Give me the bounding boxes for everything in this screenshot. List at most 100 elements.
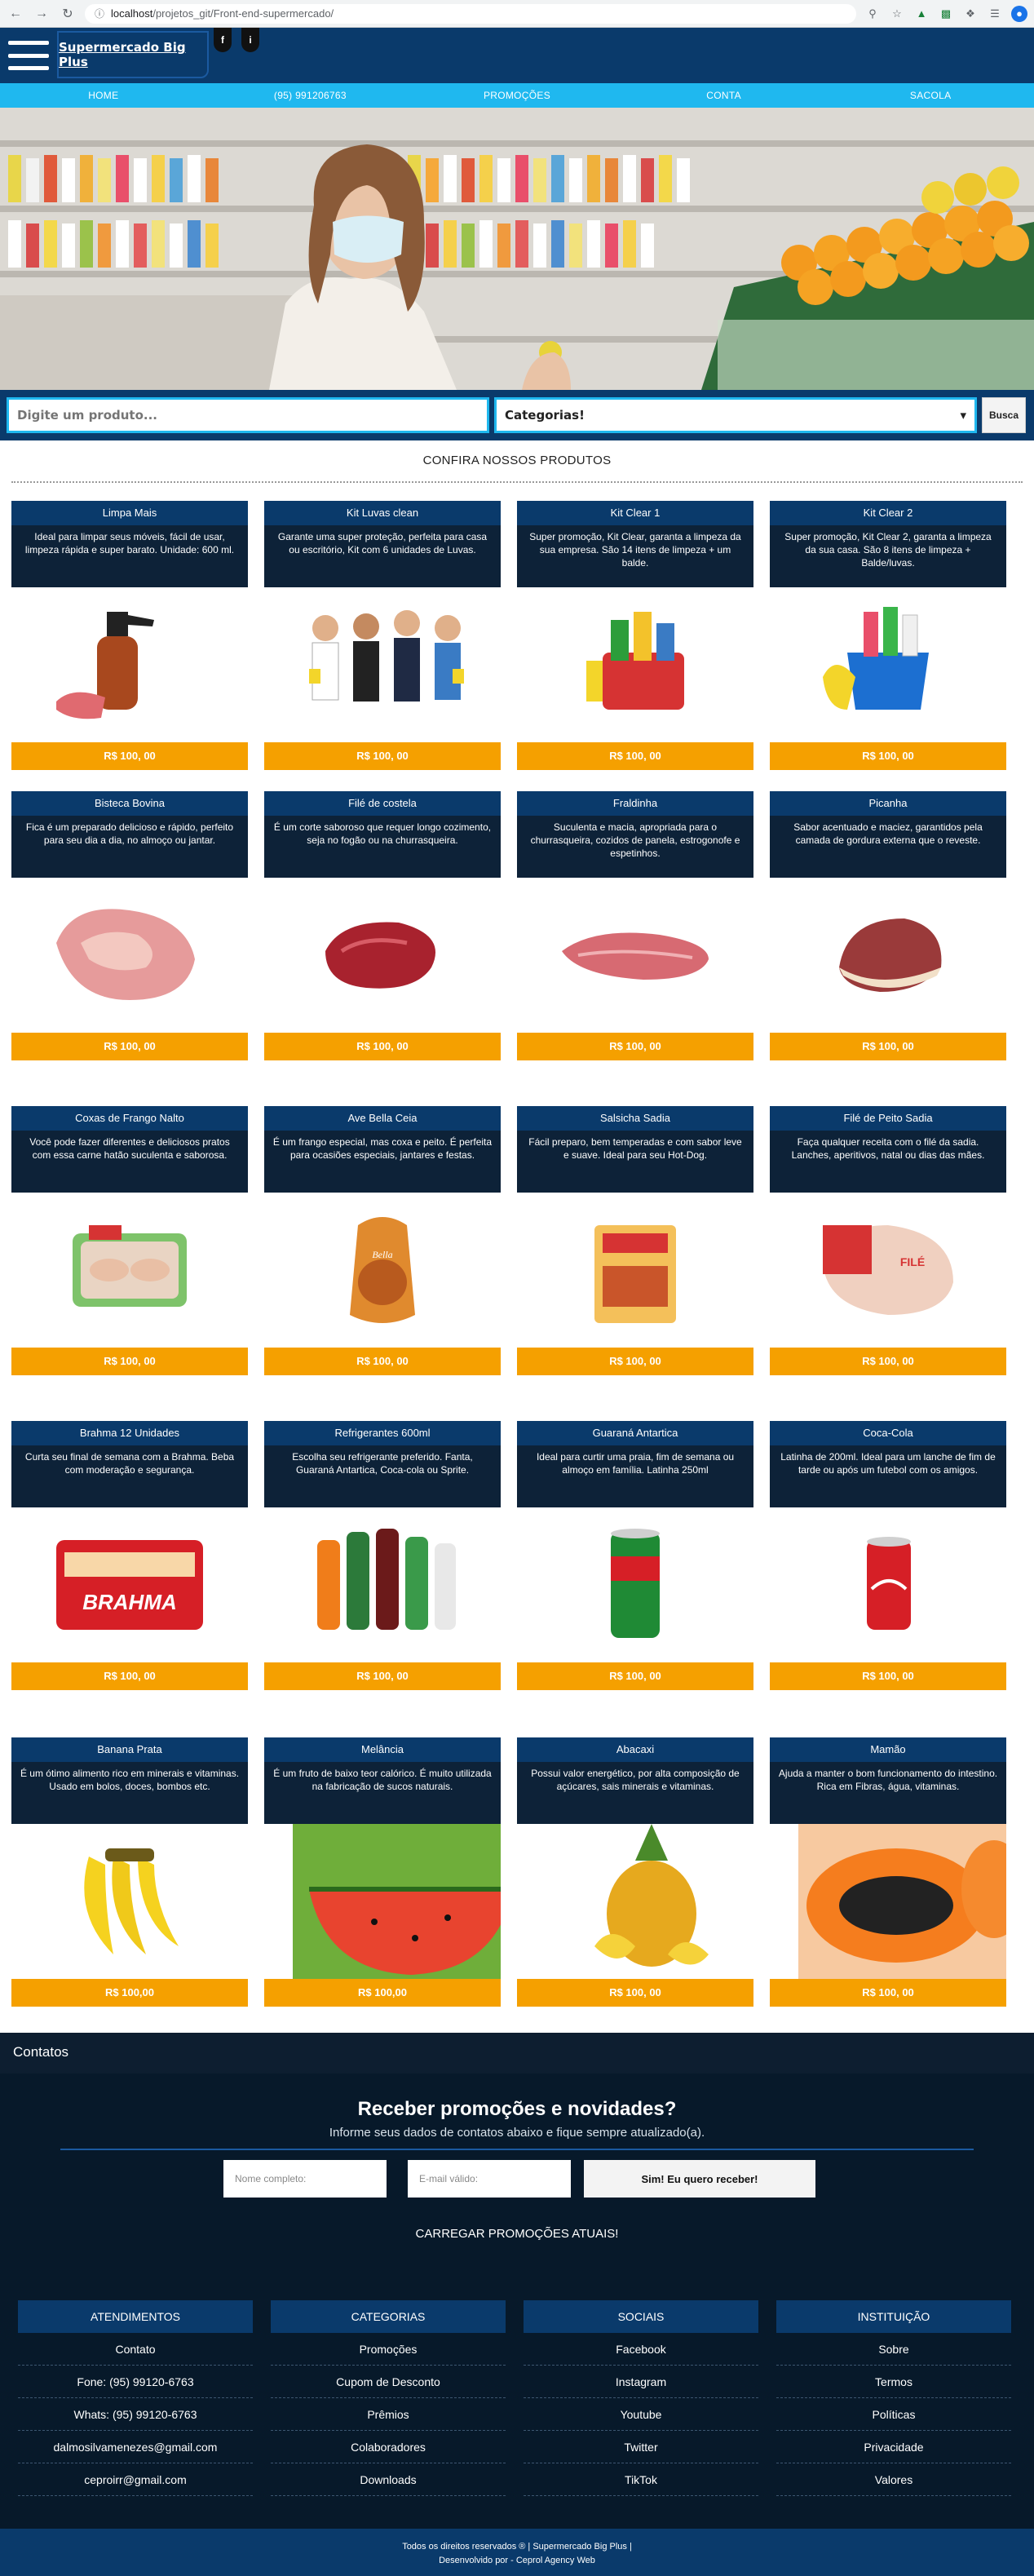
product-card[interactable]: Filé de costela É um corte saboroso que r… [264,791,501,1060]
product-card[interactable]: Coxas de Frango Nalto Você pode fazer dif… [11,1106,248,1375]
product-description: Ajuda a manter o bom funcionamento do in… [770,1762,1006,1824]
footer-link[interactable]: Contato [18,2333,253,2366]
footer-link[interactable]: Facebook [524,2333,758,2366]
product-description: Curta seu final de semana com a Brahma. … [11,1445,248,1507]
zoom-icon[interactable]: ⚲ [864,6,881,22]
hero-banner-image [0,108,1034,390]
footer-link[interactable]: TikTok [524,2463,758,2496]
product-price-button[interactable]: R$ 100, 00 [517,1033,753,1060]
product-card[interactable]: Melância É um fruto de baixo teor calóric… [264,1737,501,2007]
footer-link[interactable]: Valores [776,2463,1011,2496]
footer-link[interactable]: Youtube [524,2398,758,2431]
extension-icon-2[interactable]: ▩ [938,6,954,22]
footer-link[interactable]: Whats: (95) 99120-6763 [18,2398,253,2431]
category-select[interactable]: Categorias! ▾ [494,397,977,433]
product-description: Escolha seu refrigerante preferido. Fant… [264,1445,501,1507]
nav-phone[interactable]: (95) 991206763 [207,83,414,108]
footer-link[interactable]: Políticas [776,2398,1011,2431]
nav-conta[interactable]: CONTA [621,83,828,108]
product-name: Coca-Cola [770,1421,1006,1445]
footer-link[interactable]: Instagram [524,2366,758,2398]
footer-column-heading: CATEGORIAS [271,2300,506,2333]
load-promotions-link[interactable]: CARREGAR PROMOÇÕES ATUAIS! [0,2227,1034,2241]
product-card[interactable]: Bisteca Bovina Fica é um preparado delici… [11,791,248,1060]
product-price-button[interactable]: R$ 100, 00 [517,742,753,770]
product-card[interactable]: Guaraná Antartica Ideal para curtir uma p… [517,1421,753,1690]
product-name: Salsicha Sadia [517,1106,753,1131]
hamburger-menu-icon[interactable] [7,36,51,75]
instagram-icon[interactable]: i [241,28,259,52]
footer-link[interactable]: Fone: (95) 99120-6763 [18,2366,253,2398]
product-price-button[interactable]: R$ 100, 00 [11,742,248,770]
footer-link[interactable]: Cupom de Desconto [271,2366,506,2398]
product-price-button[interactable]: R$ 100, 00 [517,1662,753,1690]
product-card[interactable]: Kit Luvas clean Garante uma super proteçã… [264,501,501,770]
product-price-button[interactable]: R$ 100, 00 [11,1348,248,1375]
breast-fillet-image: FILÉ [770,1193,1006,1348]
address-bar[interactable]: ⓘ localhost/projetos_git/Front-end-super… [85,3,856,24]
nav-home[interactable]: HOME [0,83,207,108]
product-card[interactable]: Picanha Sabor acentuado e maciez, garanti… [770,791,1006,1060]
menu-icon[interactable]: ☰ [987,6,1003,22]
product-card[interactable]: Mamão Ajuda a manter o bom funcionamento … [770,1737,1006,2007]
email-field[interactable]: E-mail válido: [408,2160,571,2198]
product-price-button[interactable]: R$ 100,00 [11,1979,248,2007]
product-card[interactable]: Fraldinha Suculenta e macia, apropriada p… [517,791,753,1060]
product-price-button[interactable]: R$ 100, 00 [264,1348,501,1375]
product-card[interactable]: Brahma 12 Unidades Curta seu final de sem… [11,1421,248,1690]
product-price-button[interactable]: R$ 100, 00 [770,1033,1006,1060]
product-card[interactable]: Filé de Peito Sadia Faça qualquer receita… [770,1106,1006,1375]
product-price-button[interactable]: R$ 100, 00 [517,1348,753,1375]
product-price-button[interactable]: R$ 100, 00 [770,1979,1006,2007]
product-name: Mamão [770,1737,1006,1762]
product-price-button[interactable]: R$ 100, 00 [517,1979,753,2007]
profile-icon[interactable]: ● [1011,5,1027,22]
footer-link[interactable]: Privacidade [776,2431,1011,2463]
product-price-button[interactable]: R$ 100, 00 [770,1348,1006,1375]
product-price-button[interactable]: R$ 100, 00 [11,1662,248,1690]
product-price-button[interactable]: R$ 100, 00 [264,1662,501,1690]
forward-icon[interactable]: → [33,5,51,23]
product-card[interactable]: Refrigerantes 600ml Escolha seu refrigera… [264,1421,501,1690]
footer-link[interactable]: Termos [776,2366,1011,2398]
search-button[interactable]: Busca [982,397,1026,433]
subscribe-button[interactable]: Sim! Eu quero receber! [584,2160,815,2198]
product-price-button[interactable]: R$ 100, 00 [770,1662,1006,1690]
facebook-icon[interactable]: f [214,28,232,52]
product-card[interactable]: Banana Prata É um ótimo alimento rico em … [11,1737,248,2007]
footer-link[interactable]: Twitter [524,2431,758,2463]
extension-icon[interactable]: ▲ [913,6,930,22]
nav-sacola[interactable]: SACOLA [827,83,1034,108]
star-icon[interactable]: ☆ [889,6,905,22]
footer-link[interactable]: Downloads [271,2463,506,2496]
nav-promocoes[interactable]: PROMOÇÕES [413,83,621,108]
url-host: localhost [111,7,153,20]
product-card[interactable]: Abacaxi Possui valor energético, por alta… [517,1737,753,2007]
product-card[interactable]: Kit Clear 2 Super promoção, Kit Clear 2, … [770,501,1006,770]
product-card[interactable]: Salsicha Sadia Fácil preparo, bem tempera… [517,1106,753,1375]
product-card[interactable]: Kit Clear 1 Super promoção, Kit Clear, ga… [517,501,753,770]
puzzle-icon[interactable]: ❖ [962,6,979,22]
footer-link[interactable]: Prêmios [271,2398,506,2431]
brand-logo[interactable]: Supermercado Big Plus [57,31,209,78]
product-price-button[interactable]: R$ 100, 00 [770,742,1006,770]
products-heading: CONFIRA NOSSOS PRODUTOS [422,454,612,467]
product-card[interactable]: Ave Bella Ceia É um frango especial, mas … [264,1106,501,1375]
product-card[interactable]: Coca-Cola Latinha de 200ml. Ideal para um… [770,1421,1006,1690]
cleaning-bucket-image [770,587,1006,742]
footer-link[interactable]: Sobre [776,2333,1011,2366]
footer-link[interactable]: dalmosilvamenezes@gmail.com [18,2431,253,2463]
cleaning-team-image [264,587,501,742]
reload-icon[interactable]: ↻ [59,5,77,23]
name-field[interactable]: Nome completo: [223,2160,387,2198]
product-price-button[interactable]: R$ 100, 00 [264,742,501,770]
back-icon[interactable]: ← [7,5,24,23]
product-price-button[interactable]: R$ 100,00 [264,1979,501,2007]
product-price-button[interactable]: R$ 100, 00 [11,1033,248,1060]
product-search-input[interactable] [7,397,489,433]
footer-link[interactable]: Colaboradores [271,2431,506,2463]
product-card[interactable]: Limpa Mais Ideal para limpar seus móveis,… [11,501,248,770]
footer-link[interactable]: ceproirr@gmail.com [18,2463,253,2496]
footer-link[interactable]: Promoções [271,2333,506,2366]
product-price-button[interactable]: R$ 100, 00 [264,1033,501,1060]
